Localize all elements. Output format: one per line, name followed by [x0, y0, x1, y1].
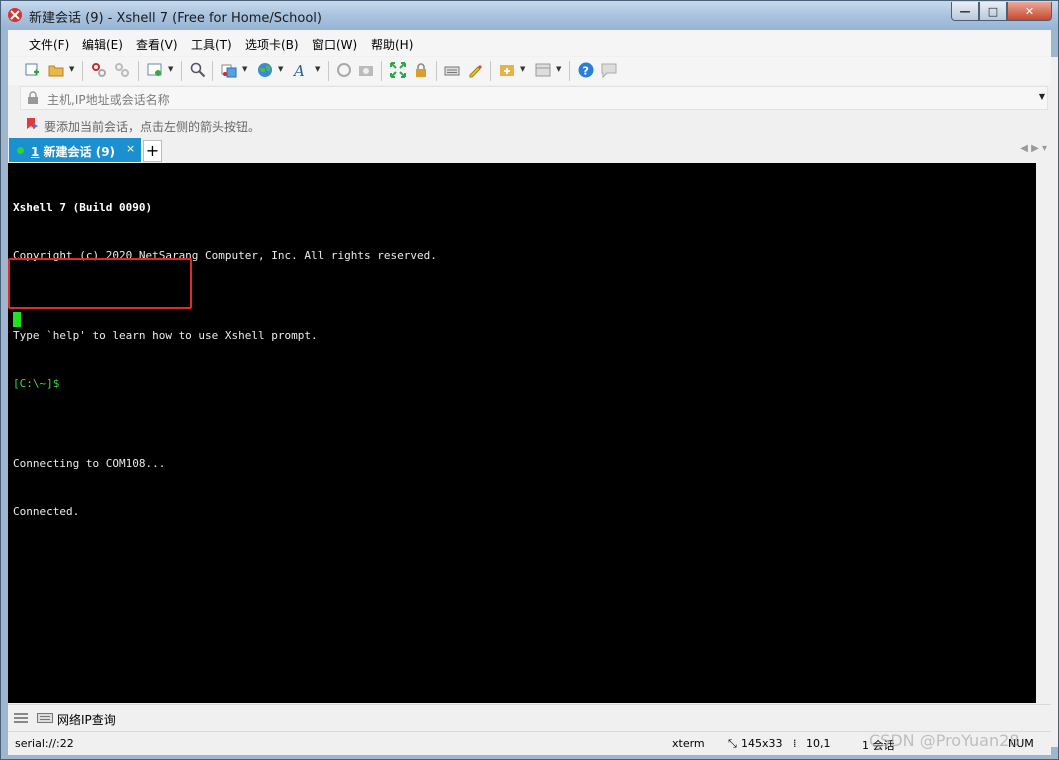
toolbar-divider [490, 61, 491, 81]
toolbar-divider [569, 61, 570, 81]
disconnect-icon[interactable] [114, 62, 130, 78]
toolbar-divider [328, 61, 329, 81]
menu-tabs[interactable]: 选项卡(B) [245, 36, 299, 53]
annotation-highlight-box [8, 258, 192, 309]
xshell-window: 新建会话 (9) - Xshell 7 (Free for Home/Schoo… [0, 0, 1059, 760]
terminal-output: Xshell 7 (Build 0090) Copyright (c) 2020… [13, 168, 437, 552]
compose-bar: 网络IP查询 [8, 704, 1051, 731]
svg-text:A: A [293, 62, 305, 78]
fullscreen-icon[interactable] [390, 62, 406, 78]
hint-text: 要添加当前会话，点击左侧的箭头按钮。 [44, 120, 261, 134]
tab-navigation[interactable]: ◀ ▶ ▾ [1020, 143, 1047, 154]
menu-view[interactable]: 查看(V) [136, 36, 178, 53]
new-tab-button[interactable]: + [143, 140, 162, 162]
font-icon[interactable]: A [293, 62, 309, 78]
keyboard-icon[interactable] [444, 62, 460, 78]
tab-bar: 1 新建会话 (9) × + ◀ ▶ ▾ [8, 138, 1051, 162]
menu-icon[interactable] [14, 713, 28, 723]
tab-label: 1 新建会话 (9) [31, 145, 116, 159]
svg-text:?: ? [583, 65, 589, 78]
script-icon[interactable] [336, 62, 352, 78]
menu-edit[interactable]: 编辑(E) [82, 36, 123, 53]
keyboard-icon [37, 713, 53, 723]
new-session-icon[interactable] [24, 62, 40, 78]
toolbar-divider [82, 61, 83, 81]
screenshot-icon[interactable] [358, 62, 374, 78]
outer-scrollbar[interactable] [1051, 57, 1058, 747]
toolbar-divider [181, 61, 182, 81]
terminal-area[interactable]: Xshell 7 (Build 0090) Copyright (c) 2020… [8, 163, 1036, 703]
status-terminal-type: xterm [672, 737, 705, 750]
properties-icon[interactable] [147, 62, 163, 78]
cursor-position-icon: ⁞ [793, 737, 797, 750]
chevron-down-icon[interactable]: ▼ [1039, 92, 1045, 101]
address-bar[interactable]: 主机,IP地址或会话名称 ▼ [20, 86, 1048, 110]
menu-file[interactable]: 文件(F) [29, 36, 69, 53]
terminal-prompt: [C:\~]$ [13, 377, 60, 390]
terminal-scrollbar[interactable] [1036, 163, 1051, 703]
bookmark-arrow-icon[interactable] [25, 117, 39, 131]
chevron-down-icon[interactable]: ▼ [242, 65, 247, 73]
toolbar-divider [138, 61, 139, 81]
terminal-line: Connecting to COM108... [13, 457, 166, 470]
find-icon[interactable] [190, 62, 206, 78]
help-icon[interactable]: ? [578, 62, 594, 78]
maximize-button[interactable]: □ [979, 2, 1007, 21]
menu-bar: 文件(F) 编辑(E) 查看(V) 工具(T) 选项卡(B) 窗口(W) 帮助(… [8, 30, 1051, 56]
minimize-button[interactable]: — [951, 2, 979, 21]
open-folder-icon[interactable] [48, 62, 64, 78]
globe-icon[interactable] [257, 62, 273, 78]
chevron-down-icon[interactable]: ▼ [520, 65, 525, 73]
status-connection: serial://:22 [15, 737, 74, 750]
toolbar-divider [436, 61, 437, 81]
chevron-down-icon[interactable]: ▼ [278, 65, 283, 73]
tab-session-1[interactable]: 1 新建会话 (9) × [9, 138, 141, 162]
watermark: CSDN @ProYuan28 [869, 731, 1020, 750]
toolbar: ▼ ▼ ▼ ▼ A ▼ ▼ ▼ ? [8, 57, 1051, 85]
chevron-down-icon[interactable]: ▼ [69, 65, 74, 73]
toolbar-divider [212, 61, 213, 81]
window-controls: — □ ✕ [951, 2, 1052, 21]
xshell-logo-icon [8, 8, 22, 22]
close-button[interactable]: ✕ [1007, 2, 1052, 21]
layout-icon[interactable] [535, 62, 551, 78]
highlight-icon[interactable] [467, 62, 483, 78]
terminal-line: Xshell 7 (Build 0090) [13, 201, 153, 214]
chevron-down-icon[interactable]: ▼ [168, 65, 173, 73]
client-area: 文件(F) 编辑(E) 查看(V) 工具(T) 选项卡(B) 窗口(W) 帮助(… [8, 30, 1051, 755]
chevron-down-icon[interactable]: ▼ [556, 65, 561, 73]
title-bar[interactable]: 新建会话 (9) - Xshell 7 (Free for Home/Schoo… [1, 1, 1058, 30]
status-cursor-position: 10,1 [806, 737, 831, 750]
lock-icon [28, 91, 38, 104]
resize-icon: ⤡ [728, 737, 737, 750]
terminal-line: Type `help' to learn how to use Xshell p… [13, 329, 318, 342]
connect-icon[interactable] [91, 62, 107, 78]
chevron-down-icon[interactable]: ▼ [315, 65, 320, 73]
window-title: 新建会话 (9) - Xshell 7 (Free for Home/Schoo… [29, 11, 322, 26]
toolbar-divider [381, 61, 382, 81]
transfer-icon[interactable] [221, 62, 237, 78]
terminal-line: Connected. [13, 505, 80, 518]
menu-help[interactable]: 帮助(H) [371, 36, 413, 53]
session-hint-bar: 要添加当前会话，点击左侧的箭头按钮。 [8, 112, 1051, 138]
chat-icon[interactable] [601, 62, 617, 78]
terminal-cursor [13, 312, 21, 327]
tab-close-icon[interactable]: × [126, 142, 135, 155]
status-size: 145x33 [741, 737, 783, 750]
menu-window[interactable]: 窗口(W) [312, 36, 357, 53]
add-icon[interactable] [499, 62, 515, 78]
lock-icon[interactable] [413, 62, 429, 78]
address-input[interactable]: 主机,IP地址或会话名称 [47, 91, 170, 108]
connected-status-icon [17, 147, 24, 154]
menu-tools[interactable]: 工具(T) [191, 36, 232, 53]
ip-lookup-button[interactable]: 网络IP查询 [57, 711, 116, 728]
